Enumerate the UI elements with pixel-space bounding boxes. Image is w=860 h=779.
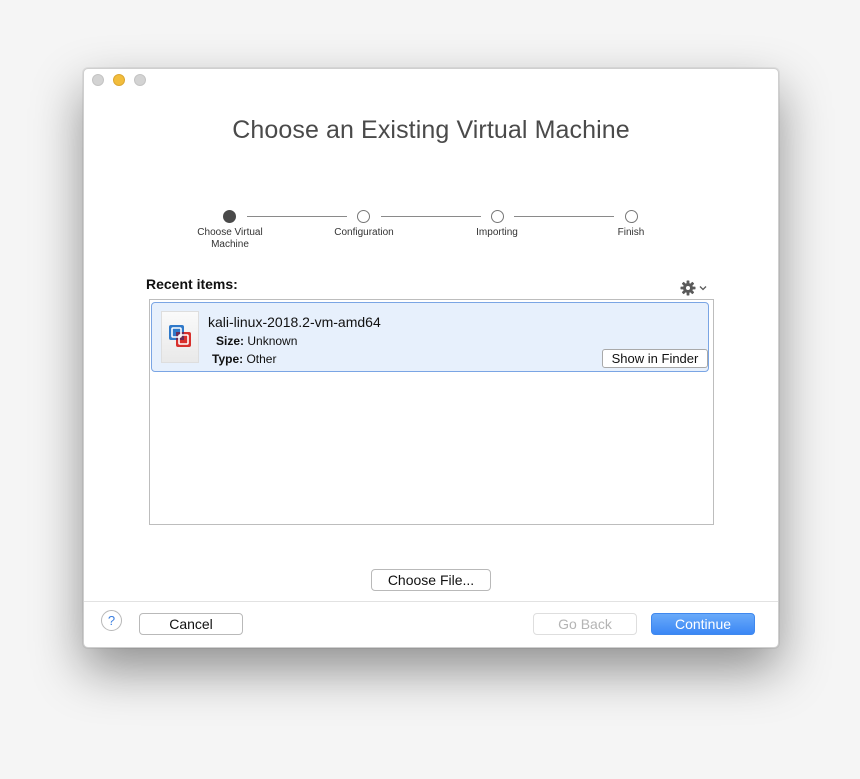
step-label-choose-vm: Choose Virtual Machine [197, 227, 263, 250]
vm-type-row: Type: Other [212, 352, 276, 366]
zoom-window-button[interactable] [134, 74, 146, 86]
continue-button[interactable]: Continue [651, 613, 755, 635]
vm-size-value: Unknown [247, 334, 298, 348]
step-label-configuration: Configuration [334, 227, 394, 238]
gear-menu-button[interactable] [680, 280, 707, 296]
step-connector [247, 216, 347, 217]
vm-type-label: Type: [212, 352, 244, 366]
vm-type-value: Other [246, 352, 277, 366]
choose-file-button[interactable]: Choose File... [371, 569, 491, 591]
page-title: Choose an Existing Virtual Machine [232, 116, 630, 144]
minimize-window-button[interactable] [113, 74, 125, 86]
go-back-button[interactable]: Go Back [533, 613, 637, 635]
step-label-finish: Finish [617, 227, 645, 238]
vmware-logo-icon [169, 325, 191, 347]
gear-icon [680, 280, 696, 296]
vm-name: kali-linux-2018.2-vm-amd64 [208, 314, 381, 330]
step-dot-choose-vm [223, 210, 236, 223]
show-in-finder-button[interactable]: Show in Finder [602, 349, 708, 368]
vm-file-icon [161, 311, 199, 363]
step-dot-finish [625, 210, 638, 223]
list-item[interactable]: kali-linux-2018.2-vm-amd64 Size: Unknown… [151, 302, 709, 372]
assistant-window: Choose an Existing Virtual Machine Choos… [83, 68, 779, 648]
footer-divider [84, 601, 778, 602]
step-dot-configuration [357, 210, 370, 223]
window-controls [92, 74, 146, 86]
step-connector [381, 216, 481, 217]
cancel-button[interactable]: Cancel [139, 613, 243, 635]
vm-size-row: Size: Unknown [216, 334, 297, 348]
vm-size-label: Size: [216, 334, 245, 348]
chevron-down-icon [699, 286, 707, 291]
recent-items-label: Recent items: [146, 276, 238, 292]
close-window-button[interactable] [92, 74, 104, 86]
step-dot-importing [491, 210, 504, 223]
help-button[interactable]: ? [101, 610, 122, 631]
recent-items-list[interactable]: kali-linux-2018.2-vm-amd64 Size: Unknown… [149, 299, 714, 525]
step-connector [514, 216, 614, 217]
step-label-importing: Importing [476, 227, 518, 238]
